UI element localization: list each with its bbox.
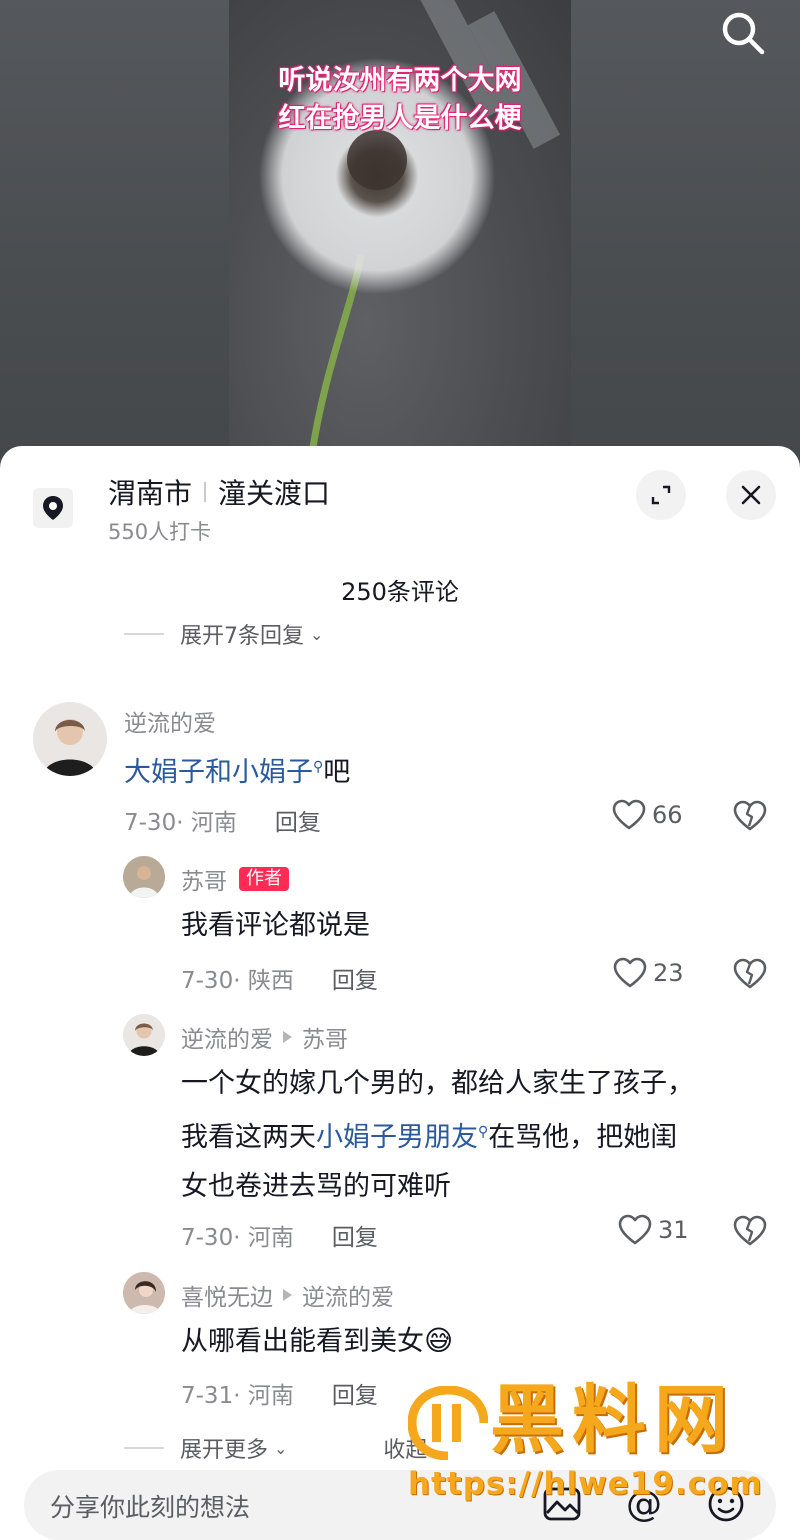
search-icon (722, 12, 765, 55)
location-divider (204, 482, 207, 502)
reply-meta: 7-30· 河南 回复 (181, 1218, 378, 1252)
divider-line (124, 1447, 164, 1449)
like-count: 66 (652, 801, 683, 829)
watermark-logo (408, 1386, 488, 1460)
like-count: 31 (658, 1216, 689, 1244)
location-pin-button[interactable] (33, 488, 73, 528)
author-badge: 作者 (239, 867, 289, 891)
avatar[interactable] (123, 856, 165, 898)
broken-heart-icon (733, 1215, 767, 1246)
comment-username[interactable]: 逆流的爱 (124, 704, 216, 738)
reply-text-body: 从哪看出能看到美女 (181, 1326, 424, 1357)
reply-search-link[interactable]: 小娟子男朋友 (316, 1122, 478, 1153)
expand-more-button[interactable]: 展开更多 (180, 1432, 268, 1464)
reply-arrow-icon (283, 1031, 292, 1043)
chevron-down-icon: ⌄ (274, 1438, 288, 1458)
watermark-url: https://hlwe19.com (408, 1466, 763, 1502)
like-button[interactable]: 31 (618, 1214, 689, 1246)
reply-text-line: 我看这两天小娟子男朋友⚲在骂他，把她闺 (181, 1108, 694, 1162)
divider-line (124, 633, 164, 635)
location-title[interactable]: 渭南市 潼关渡口 (108, 472, 330, 512)
avatar[interactable] (123, 1014, 165, 1056)
comment-text: 大娟子和小娟子⚲吧 (124, 743, 350, 797)
video-caption: 听说汝州有两个大网 红在抢男人是什么梗 (278, 65, 522, 134)
broken-heart-icon (733, 958, 767, 989)
reply-text-segment: 我看这两天 (181, 1122, 316, 1153)
reply-date-region: 7-31· 河南 (181, 1383, 294, 1409)
expand-icon (651, 485, 671, 505)
reply-meta: 7-31· 河南 回复 (181, 1376, 378, 1410)
comment-date-region: 7-30· 河南 (124, 810, 237, 836)
comment-count: 250条评论 (341, 578, 459, 606)
reply-text-segment: 在骂他，把她闺 (488, 1122, 678, 1153)
comment-input[interactable]: 分享你此刻的想法 (50, 1488, 250, 1524)
comment-sheet (0, 446, 800, 1540)
video-player[interactable]: 听说汝州有两个大网 红在抢男人是什么梗 (229, 0, 571, 460)
location-city[interactable]: 渭南市 (108, 472, 192, 512)
reply-user-link[interactable]: 喜悦无边 (181, 1278, 273, 1312)
avatar[interactable] (33, 702, 107, 776)
close-button[interactable] (726, 470, 776, 520)
search-small-icon: ⚲ (478, 1124, 489, 1140)
dislike-button[interactable] (733, 800, 767, 836)
comment-meta: 7-30· 河南 回复 (124, 803, 321, 837)
reply-text-line: 女也卷进去骂的可难听 (181, 1171, 451, 1202)
more-replies-row: 展开更多 ⌄ 收起 (124, 1432, 427, 1464)
reply-button[interactable]: 回复 (332, 1376, 378, 1410)
location-pin-icon (43, 496, 63, 520)
search-button[interactable] (718, 8, 768, 58)
location-place[interactable]: 潼关渡口 (218, 472, 330, 512)
reply-username: 逆流的爱 苏哥 (181, 1020, 348, 1054)
search-small-icon: ⚲ (313, 759, 324, 775)
broken-heart-icon (733, 800, 767, 831)
like-button[interactable]: 66 (612, 799, 683, 831)
reply-button[interactable]: 回复 (332, 1218, 378, 1252)
reply-user-link[interactable]: 逆流的爱 (181, 1020, 273, 1054)
sweat-smile-emoji: 😅 (424, 1324, 454, 1357)
like-count: 23 (653, 959, 684, 987)
reply-username: 苏哥 作者 (181, 862, 289, 896)
expand-button[interactable] (636, 470, 686, 520)
reply-text: 一个女的嫁几个男的，都给人家生了孩子， 我看这两天小娟子男朋友⚲在骂他，把她闺 … (181, 1059, 694, 1211)
close-icon (741, 485, 761, 505)
reply-date-region: 7-30· 陕西 (181, 968, 294, 994)
reply-date-region: 7-30· 河南 (181, 1225, 294, 1251)
reply-to-user-link[interactable]: 逆流的爱 (302, 1278, 394, 1312)
comment-search-link[interactable]: 大娟子和小娟子 (124, 757, 313, 788)
reply-arrow-icon (283, 1289, 292, 1301)
avatar[interactable] (123, 1272, 165, 1314)
heart-icon (618, 1214, 652, 1245)
reply-text: 从哪看出能看到美女😅 (181, 1316, 453, 1366)
reply-text: 我看评论都说是 (181, 910, 370, 941)
reply-meta: 7-30· 陕西 回复 (181, 961, 378, 995)
like-button[interactable]: 23 (613, 957, 684, 989)
heart-icon (613, 957, 647, 988)
watermark-text: 黑料网 (490, 1377, 736, 1463)
heart-icon (612, 799, 646, 830)
expand-replies-label: 展开7条回复 (180, 624, 304, 646)
dislike-button[interactable] (733, 1215, 767, 1251)
checkin-count: 550人打卡 (108, 520, 212, 544)
chevron-down-icon: ⌄ (310, 624, 324, 644)
reply-username: 喜悦无边 逆流的爱 (181, 1278, 394, 1312)
dislike-button[interactable] (733, 958, 767, 994)
reply-button[interactable]: 回复 (275, 803, 321, 837)
reply-to-user-link[interactable]: 苏哥 (302, 1020, 348, 1054)
reply-text-line: 一个女的嫁几个男的，都给人家生了孩子， (181, 1068, 694, 1099)
expand-replies-link[interactable]: 展开7条回复 ⌄ (124, 622, 323, 646)
reply-user-link[interactable]: 苏哥 (181, 862, 227, 896)
comment-text-tail: 吧 (323, 757, 351, 788)
reply-button[interactable]: 回复 (332, 961, 378, 995)
